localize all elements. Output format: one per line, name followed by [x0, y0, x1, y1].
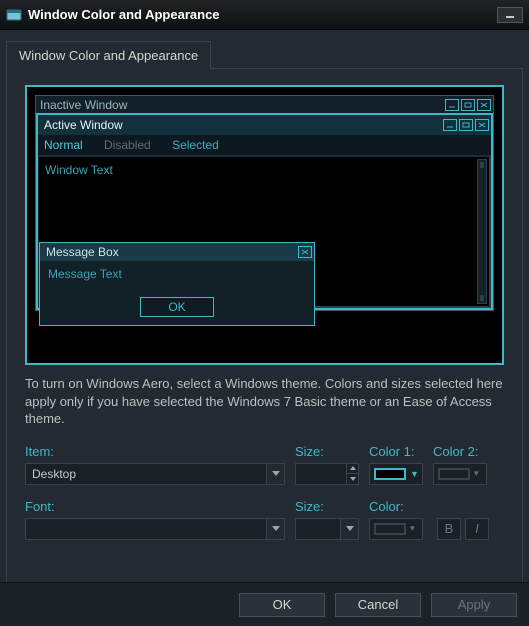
window-title: Window Color and Appearance [28, 7, 220, 22]
item-value: Desktop [32, 467, 76, 481]
item-select[interactable]: Desktop [25, 463, 285, 485]
menu-item-selected: Selected [172, 138, 219, 152]
chevron-down-icon [266, 519, 284, 539]
message-box-body: Message Text [40, 261, 314, 293]
item-row: Item: Desktop Size: [25, 444, 504, 485]
color1-label: Color 1: [369, 444, 423, 459]
active-window-title: Active Window [44, 118, 123, 132]
menu-item-normal: Normal [44, 138, 83, 152]
preview-area: Inactive Window Active Window [25, 85, 504, 365]
chevron-down-icon [266, 464, 284, 484]
font-size-select[interactable] [295, 518, 359, 540]
window-text: Window Text [45, 163, 113, 177]
color1-button[interactable]: ▼ [369, 463, 423, 485]
font-color-button[interactable]: ▾ [369, 518, 423, 540]
message-box-titlebar: Message Box [40, 243, 314, 261]
active-window-titlebar: Active Window [38, 115, 491, 135]
font-size-label: Size: [295, 499, 359, 514]
apply-button[interactable]: Apply [431, 593, 517, 617]
minimize-button[interactable] [497, 7, 523, 23]
close-icon [475, 119, 489, 131]
italic-button[interactable]: I [465, 518, 489, 540]
cancel-button[interactable]: Cancel [335, 593, 421, 617]
color2-label: Color 2: [433, 444, 487, 459]
color2-button[interactable]: ▾ [433, 463, 487, 485]
window-titlebar: Window Color and Appearance [0, 0, 529, 30]
font-label: Font: [25, 499, 285, 514]
minimize-icon [443, 119, 457, 131]
maximize-icon [461, 99, 475, 111]
menu-item-disabled: Disabled [104, 138, 151, 152]
tab-label: Window Color and Appearance [19, 48, 198, 63]
close-icon [298, 246, 312, 258]
message-box-ok-button: OK [140, 297, 214, 317]
font-select[interactable] [25, 518, 285, 540]
font-color-label: Color: [369, 499, 423, 514]
color1-swatch [374, 468, 406, 480]
inactive-window-title: Inactive Window [40, 98, 127, 112]
minimize-icon [445, 99, 459, 111]
spinner-up-icon[interactable] [347, 464, 358, 474]
chevron-down-icon: ▾ [474, 468, 482, 479]
menu-bar: Normal Disabled Selected [38, 135, 491, 156]
item-label: Item: [25, 444, 285, 459]
ok-button[interactable]: OK [239, 593, 325, 617]
chevron-down-icon: ▼ [410, 469, 418, 479]
message-box-title: Message Box [46, 245, 119, 259]
font-color-swatch [374, 523, 406, 535]
window-body: Window Color and Appearance Inactive Win… [0, 30, 529, 626]
message-box-preview: Message Box Message Text OK [39, 242, 315, 326]
bold-button[interactable]: B [437, 518, 461, 540]
inactive-window-titlebar: Inactive Window [36, 96, 493, 114]
size-spinner[interactable] [295, 463, 359, 485]
font-row: Font: Size: [25, 499, 504, 540]
maximize-icon [459, 119, 473, 131]
size-label: Size: [295, 444, 359, 459]
description-text: To turn on Windows Aero, select a Window… [25, 375, 504, 428]
window-icon [6, 7, 22, 23]
tab-window-color[interactable]: Window Color and Appearance [6, 41, 211, 69]
spinner-down-icon[interactable] [347, 474, 358, 484]
close-icon [477, 99, 491, 111]
tab-page: Inactive Window Active Window [6, 68, 523, 598]
chevron-down-icon [340, 519, 358, 539]
vertical-scrollbar[interactable] [477, 159, 487, 304]
color2-swatch [438, 468, 470, 480]
chevron-down-icon: ▾ [410, 523, 418, 534]
message-text: Message Text [48, 267, 122, 281]
action-bar: OK Cancel Apply [0, 582, 529, 626]
